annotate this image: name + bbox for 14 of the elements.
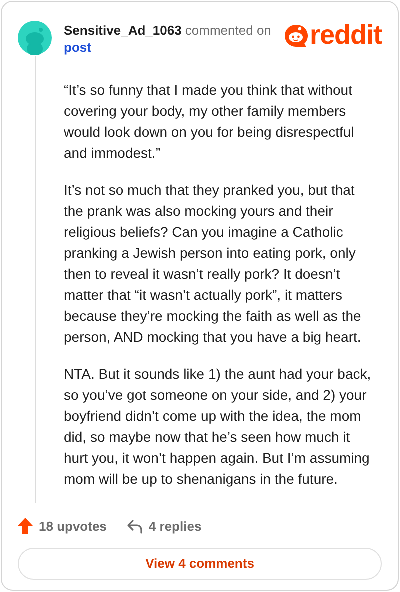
author-name[interactable]: Sensitive_Ad_1063 xyxy=(64,23,182,38)
upvote-count: 18 upvotes xyxy=(39,518,107,536)
comment-paragraph: It’s not so much that they pranked you, but that the prank was also mocking yours and their religious beliefs? Can you imagine a Catholic pranking a Jewish person into eating pork, only then to reveal it wasn’t really pork? It doesn’t matter that “it wasn’t actually pork”, it matters because they’re mocking the faith as well as the person, AND mocking that you have a big heart. xyxy=(64,181,362,347)
logo-text: reddit xyxy=(310,22,382,49)
alien-icon xyxy=(284,24,308,48)
upvote-arrow-icon[interactable] xyxy=(18,518,33,534)
avatar-icon xyxy=(18,21,52,55)
post-link[interactable]: post xyxy=(64,40,92,55)
reply-count: 4 replies xyxy=(148,518,202,536)
reply-arrow-icon[interactable] xyxy=(126,518,143,534)
action-text: commented on xyxy=(185,23,272,38)
comment-paragraph: “It’s so funny that I made you think that without covering your body, my other family members would look down on you for being disrespectful and immodest.” xyxy=(64,81,356,163)
view-comments-button[interactable]: View 4 comments xyxy=(18,548,382,580)
comment-paragraph: NTA. But it sounds like 1) the aunt had your back, so you’ve got someone on your side, and 2) your boyfriend didn’t come up with the idea, the mom did, so maybe now that he’s seen how much it hurt you, it won’t happen again. But I’m assuming mom will be up to shenanigans in the future. xyxy=(64,365,372,489)
